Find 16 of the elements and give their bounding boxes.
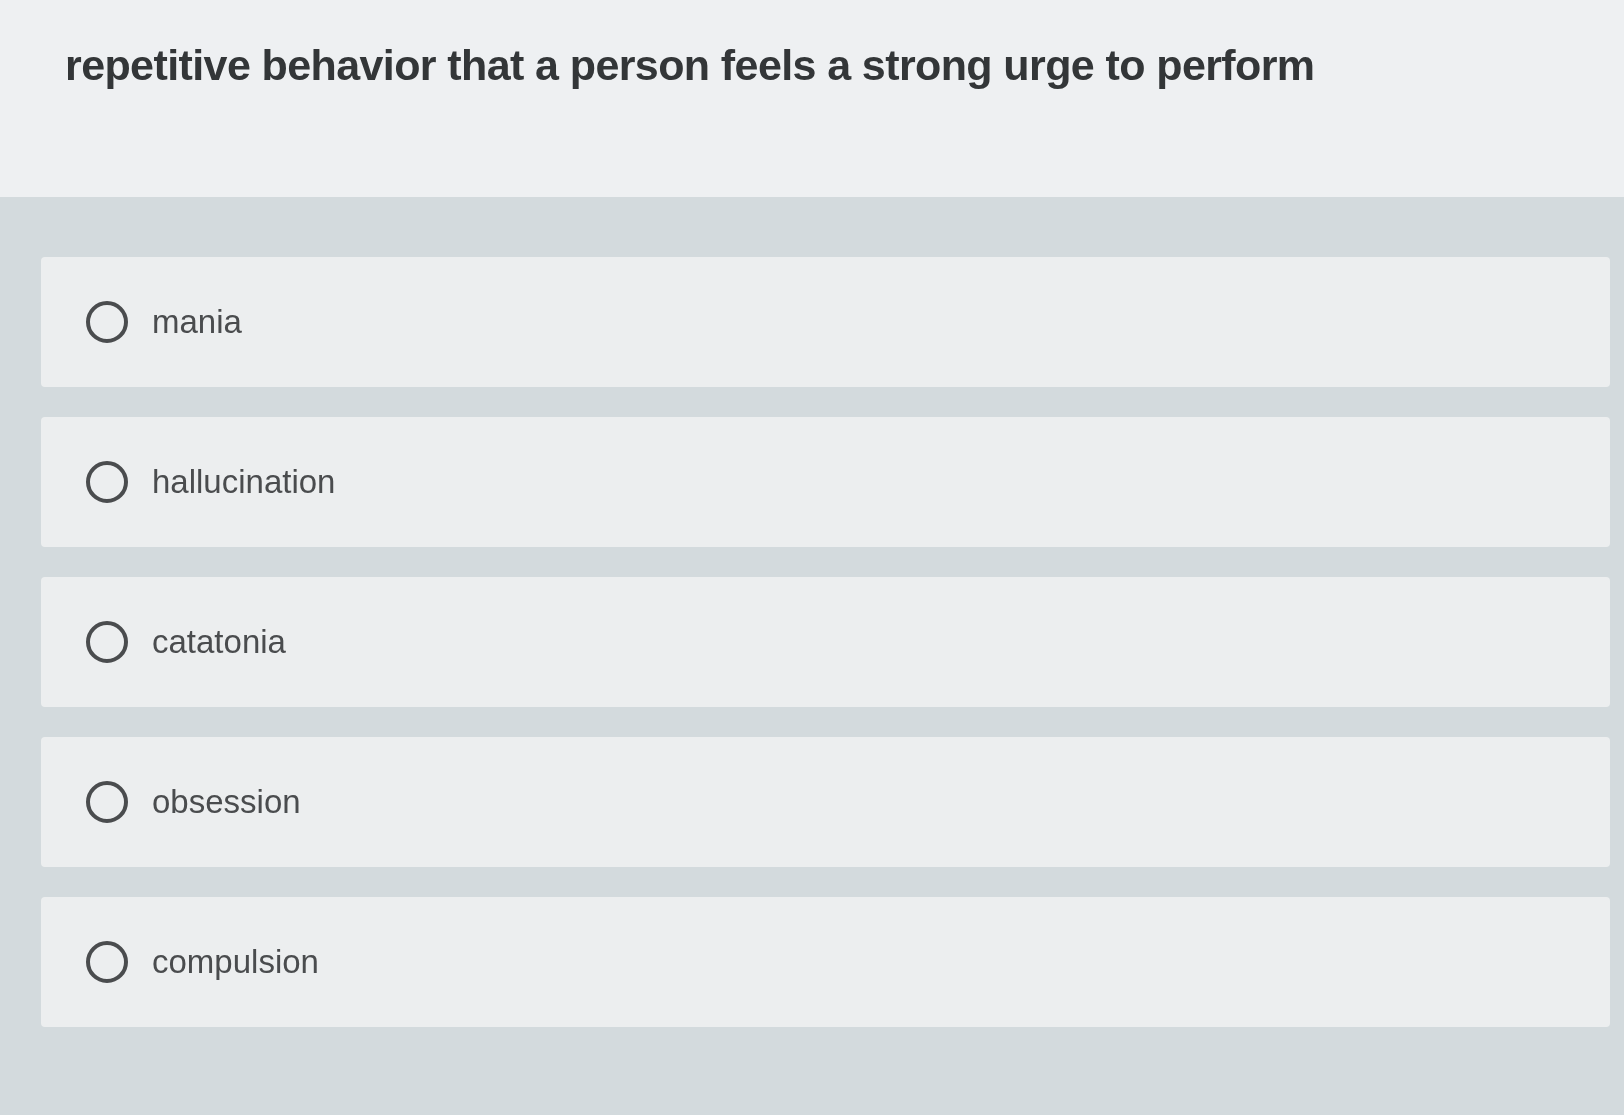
radio-button[interactable] — [86, 781, 128, 823]
answer-option[interactable]: obsession — [41, 737, 1610, 867]
answer-option[interactable]: compulsion — [41, 897, 1610, 1027]
radio-button[interactable] — [86, 301, 128, 343]
radio-button[interactable] — [86, 621, 128, 663]
answer-option[interactable]: mania — [41, 257, 1610, 387]
answer-option[interactable]: catatonia — [41, 577, 1610, 707]
option-label: obsession — [152, 783, 301, 821]
option-label: catatonia — [152, 623, 286, 661]
option-label: hallucination — [152, 463, 336, 501]
radio-button[interactable] — [86, 461, 128, 503]
option-label: compulsion — [152, 943, 319, 981]
option-label: mania — [152, 303, 242, 341]
question-text: repetitive behavior that a person feels a strong urge to perform — [65, 40, 1316, 91]
radio-button[interactable] — [86, 941, 128, 983]
answer-option[interactable]: hallucination — [41, 417, 1610, 547]
